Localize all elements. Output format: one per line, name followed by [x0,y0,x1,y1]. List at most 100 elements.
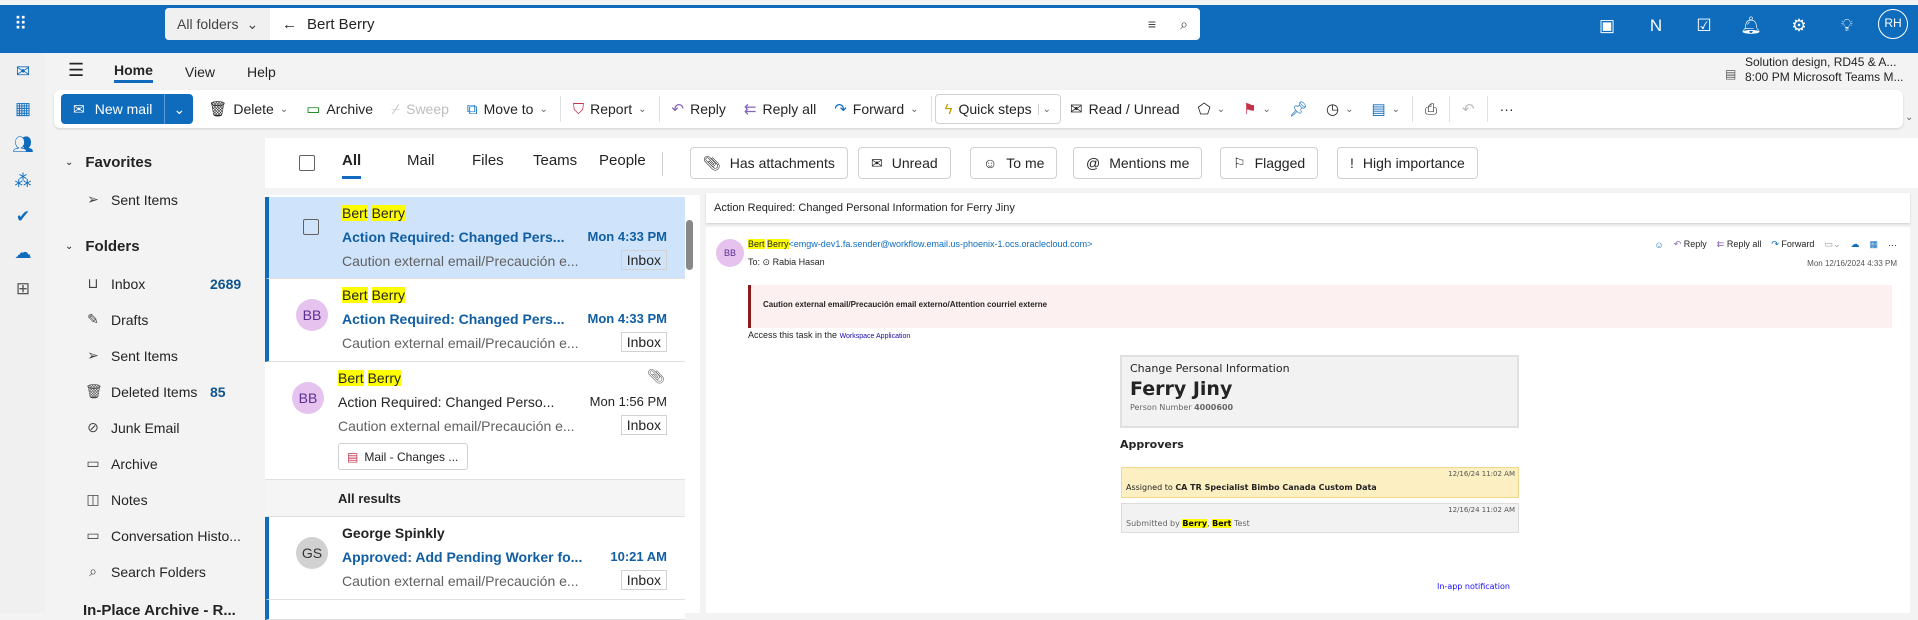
report-button[interactable]: ⛉ Report ⌄ [564,94,656,124]
archive-button[interactable]: ▭ Archive [297,94,382,124]
tab-people[interactable]: People [599,152,646,169]
lightbulb-icon[interactable]: 💡︎ [1835,14,1859,38]
folder-sent-items[interactable]: ➢ Sent Items [85,347,285,364]
tab-mail[interactable]: Mail [407,152,435,169]
tab-home[interactable]: Home [114,62,153,83]
print-button[interactable]: ⎙ [1416,94,1446,124]
in-place-archive-header[interactable]: In-Place Archive - R... [83,602,236,619]
tab-help[interactable]: Help [247,64,276,80]
search-input[interactable]: Bert Berry [307,16,375,33]
upcoming-meeting[interactable]: Solution design, RD45 & A... 8:00 PM Mic… [1745,55,1904,85]
message-time: 10:21 AM [610,549,667,564]
app-launcher-icon[interactable]: ⠿ [14,14,34,34]
sender-line[interactable]: Bert Berry<emgw-dev1.fa.sender@workflow.… [748,239,1092,249]
forward-action[interactable]: ↷ Forward [1771,239,1814,250]
ribbon-expand-icon[interactable]: ⌄ [1905,112,1913,123]
bell-icon[interactable]: 🔔︎ [1739,14,1763,38]
todo-icon[interactable]: ☑ [1692,14,1716,38]
search-icon[interactable]: ⌕ [1168,16,1200,33]
filter-mentions-me[interactable]: @ Mentions me [1073,147,1203,179]
sender-last: Berry [367,370,402,386]
folder-drafts[interactable]: ✎ Drafts [85,311,285,328]
mail-icon[interactable]: ✉ [12,61,34,83]
todo-check-icon[interactable]: ✔ [12,206,34,228]
snooze-button[interactable]: ◷ ⌄ [1317,94,1362,124]
filter-high-importance[interactable]: ! High importance [1337,147,1478,179]
undo-button[interactable]: ↶ [1453,94,1484,124]
recipient: Rabia Hasan [772,257,825,267]
calendar-icon[interactable]: ▦ [12,98,34,120]
move-to-button[interactable]: ⧉ Move to ⌄ [458,94,557,124]
sweep-button[interactable]: ⌿ Sweep [382,94,458,124]
folder-notes[interactable]: ◫ Notes [85,491,285,508]
folder-archive[interactable]: ▭ Archive [85,455,285,472]
rules-button[interactable]: ▤ ⌄ [1362,94,1409,124]
search-scope-dropdown[interactable]: All folders ⌄ [165,8,270,40]
workspace-link[interactable]: Workspace Application [840,333,911,340]
search-folder-icon: ⌕ [89,563,97,579]
teams-chat-icon[interactable]: ▣ [1595,14,1619,38]
more-apps-icon[interactable]: ⊞ [12,278,34,300]
tab-view[interactable]: View [185,64,215,80]
people-icon[interactable]: 👥︎ [12,134,34,156]
reply-action[interactable]: ↶ Reply [1674,239,1707,250]
folder-deleted-items[interactable]: 🗑︎ Deleted Items 85 [85,383,285,400]
clock-icon: ◷ [1325,101,1340,118]
avatar: BB [296,299,328,331]
filter-to-me[interactable]: ☺ To me [970,147,1058,179]
favorite-sent-items[interactable]: ➢ Sent Items [85,191,285,208]
filter-flagged[interactable]: ⚐ Flagged [1220,147,1319,179]
apps-icon[interactable]: ▦ [1869,239,1878,250]
folder-junk-email[interactable]: ⊘ Junk Email [85,419,285,436]
more-icon[interactable]: ··· [1888,240,1897,250]
emoji-icon[interactable]: ☺ [1655,240,1664,250]
salesforce-icon[interactable]: ☁ [1850,239,1859,250]
delete-button[interactable]: 🗑︎ Delete ⌄ [199,94,297,124]
more-options-button[interactable]: ··· [1491,94,1523,124]
folders-header[interactable]: ⌄ Folders [65,238,140,255]
search-box[interactable]: All folders ⌄ ← Bert Berry ≡ ⌕ [165,8,1200,40]
read-unread-button[interactable]: ✉ Read / Unread [1061,94,1189,124]
onenote-icon[interactable]: N [1644,14,1668,38]
folder-conversation-history[interactable]: ▭ Conversation Histo... [85,527,285,544]
select-all-checkbox[interactable] [299,155,315,171]
forward-button[interactable]: ↷ Forward ⌄ [825,94,927,124]
assigned-prefix: Assigned to [1126,483,1173,492]
trash-icon: 🗑︎ [85,383,103,399]
tab-teams[interactable]: Teams [533,152,577,169]
reply-all-action[interactable]: ⇇ Reply all [1717,239,1762,250]
folder-search-folders[interactable]: ⌕ Search Folders [85,563,285,580]
onedrive-icon[interactable]: ☁ [12,242,34,264]
new-mail-dropdown[interactable]: ⌄ [165,101,193,118]
pin-button[interactable]: 📌︎ [1280,94,1317,124]
message-list-scrollbar[interactable] [686,220,693,270]
gear-icon[interactable]: ⚙ [1787,14,1811,38]
teams-share-icon[interactable]: ▭⌄ [1824,239,1840,250]
tab-all[interactable]: All [342,152,362,179]
message-item[interactable]: BB Bert Berry 📎︎ Action Required: Change… [265,362,685,480]
quick-steps-button[interactable]: ϟ Quick steps ⌄ [934,94,1061,124]
hamburger-icon[interactable]: ☰ [68,60,84,81]
filter-has-attachments[interactable]: 📎︎ Has attachments [690,147,848,179]
new-mail-button[interactable]: ✉ New mail ⌄ [61,94,194,124]
message-checkbox[interactable] [303,219,319,235]
user-avatar[interactable]: RH [1878,9,1908,39]
folder-inbox[interactable]: ⊔ Inbox 2689 [85,275,285,292]
categorize-button[interactable]: ⬠ ⌄ [1189,94,1234,124]
message-item[interactable]: BB Bert Berry Action Required: Changed P… [265,279,685,362]
flag-button[interactable]: ⚑ ⌄ [1234,94,1280,124]
filter-icon[interactable]: ≡ [1136,16,1168,32]
reply-all-button[interactable]: ⇇ Reply all [735,94,825,124]
back-arrow-icon[interactable]: ← [282,16,297,33]
in-app-notification-link[interactable]: In-app notification [1437,582,1510,591]
message-item[interactable] [265,600,685,620]
move-to-label: Move to [483,101,534,117]
filter-unread[interactable]: ✉ Unread [858,147,951,179]
reply-button[interactable]: ↶ Reply [663,94,735,124]
attachment-chip[interactable]: ▤ Mail - Changes ... [338,443,468,470]
message-item[interactable]: GS George Spinkly Approved: Add Pending … [265,517,685,600]
message-item[interactable]: Bert Berry Action Required: Changed Pers… [265,197,685,279]
tab-files[interactable]: Files [472,152,504,169]
favorites-header[interactable]: ⌄ Favorites [65,154,152,171]
teams-icon[interactable]: ⁂ [12,170,34,192]
